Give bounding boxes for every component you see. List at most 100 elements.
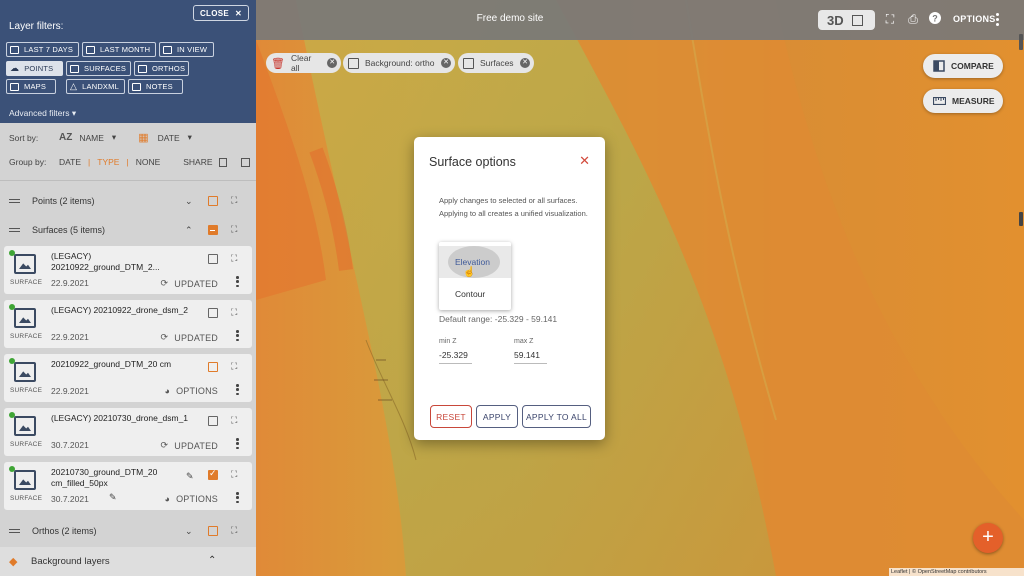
chip-close-icon[interactable]: ✕	[327, 58, 337, 68]
copy-icon[interactable]	[218, 157, 227, 167]
layer-checkbox[interactable]	[208, 308, 218, 318]
filter-points[interactable]: ☁ POINTS	[6, 61, 63, 76]
3d-toggle-button[interactable]: 3D	[818, 10, 875, 30]
layer-status[interactable]: ⟳ UPDATED	[161, 278, 219, 289]
add-fab-button[interactable]: +	[973, 523, 1003, 553]
option-label: Elevation	[455, 257, 490, 267]
pencil-icon[interactable]: ✎	[109, 492, 117, 503]
group-orthos[interactable]: Orthos (2 items) ⌄ ⛶	[0, 518, 256, 544]
filter-maps[interactable]: MAPS	[6, 79, 56, 94]
more-icon[interactable]	[236, 276, 239, 287]
layer-status[interactable]: ⟳ UPDATED	[161, 440, 219, 451]
layer-card[interactable]: SURFACE (LEGACY) 20210730_drone_dsm_1 30…	[4, 408, 252, 456]
zoom-extent-icon[interactable]: ⛶	[231, 225, 240, 234]
apply-to-all-button[interactable]: APPLY TO ALL	[522, 405, 591, 428]
print-icon[interactable]: ⎙	[906, 12, 920, 26]
compare-button[interactable]: COMPARE	[923, 54, 1003, 78]
drag-handle-icon[interactable]	[9, 228, 20, 232]
chip-background[interactable]: Background: ortho ✕	[343, 53, 455, 73]
advanced-filters-toggle[interactable]: Advanced filters ▾	[9, 108, 76, 119]
background-layers-section[interactable]: ◆ Background layers ⌃	[0, 547, 256, 576]
chevron-up-icon[interactable]: ⌃	[185, 225, 193, 236]
layer-card[interactable]: SURFACE 20210730_ground_DTM_20 cm_filled…	[4, 462, 252, 510]
sort-name-button[interactable]: NAME	[79, 133, 104, 143]
chevron-up-icon[interactable]: ⌃	[208, 555, 216, 566]
drag-handle-icon[interactable]	[9, 529, 20, 533]
group-orthos-checkbox[interactable]	[208, 526, 218, 536]
group-date-button[interactable]: DATE	[59, 157, 81, 167]
zoom-extent-icon[interactable]: ⛶	[231, 196, 240, 205]
options-button[interactable]: OPTIONS	[953, 14, 996, 24]
layer-title: (LEGACY) 20210922_drone_dsm_2	[51, 305, 189, 315]
filter-last-7-days[interactable]: LAST 7 DAYS	[6, 42, 79, 57]
close-filters-button[interactable]: CLOSE ✕	[193, 5, 249, 21]
help-icon[interactable]: ?	[928, 12, 942, 26]
option-contour[interactable]: Contour	[439, 278, 511, 310]
options-menu-icon[interactable]	[996, 13, 1000, 26]
more-icon[interactable]	[236, 438, 239, 449]
filter-surfaces[interactable]: SURFACES	[66, 61, 131, 76]
option-label: Contour	[455, 289, 486, 299]
layer-card[interactable]: SURFACE (LEGACY) 20210922_ground_DTM_2..…	[4, 246, 252, 294]
group-surfaces-checkbox[interactable]	[208, 225, 218, 235]
visualization-dropdown[interactable]: Elevation Contour ☝	[439, 242, 511, 310]
zoom-extent-icon[interactable]: ⛶	[231, 308, 240, 317]
filter-in-view[interactable]: IN VIEW	[159, 42, 214, 57]
zoom-extent-icon[interactable]: ⛶	[231, 526, 240, 535]
measure-button[interactable]: MEASURE	[923, 89, 1003, 113]
group-points[interactable]: Points (2 items) ⌄ ⛶	[0, 188, 256, 214]
chevron-down-icon[interactable]: ⌄	[185, 196, 193, 207]
more-icon[interactable]	[236, 492, 239, 503]
chevron-down-icon[interactable]: ⌄	[185, 526, 193, 537]
layer-checkbox[interactable]	[208, 362, 218, 372]
close-icon: ✕	[235, 8, 243, 18]
3d-label: 3D	[827, 12, 844, 28]
trash-icon: 🗑	[271, 57, 285, 70]
max-z-input[interactable]: 59.141	[514, 350, 547, 364]
group-none-button[interactable]: NONE	[136, 157, 161, 167]
filter-landxml[interactable]: △ LANDXML	[66, 79, 125, 94]
reset-button[interactable]: RESET	[430, 405, 472, 428]
layer-options-button[interactable]: ◕ OPTIONS	[164, 494, 218, 504]
scrollbar-handle[interactable]	[1019, 34, 1023, 50]
fullscreen-icon[interactable]: ⛶	[883, 12, 897, 26]
more-icon[interactable]	[236, 330, 239, 341]
pencil-icon[interactable]: ✎	[186, 471, 194, 482]
close-icon[interactable]: ✕	[579, 153, 590, 169]
caret-down-icon[interactable]: ▾	[112, 132, 116, 143]
chip-close-icon[interactable]: ✕	[520, 58, 530, 68]
external-link-icon[interactable]	[240, 157, 250, 167]
layer-checkbox[interactable]	[208, 416, 218, 426]
layer-checkbox[interactable]	[208, 468, 218, 480]
sort-date-button[interactable]: DATE	[158, 133, 180, 143]
drag-handle-icon[interactable]	[9, 199, 20, 203]
layer-options-button[interactable]: ◕ OPTIONS	[164, 386, 218, 396]
zoom-extent-icon[interactable]: ⛶	[231, 254, 240, 263]
filter-orthos[interactable]: ORTHOS	[134, 61, 189, 76]
map-canvas[interactable]	[256, 0, 1024, 576]
caret-down-icon[interactable]: ▾	[188, 132, 192, 143]
min-z-input[interactable]: -25.329	[439, 350, 472, 364]
layer-card[interactable]: SURFACE 20210922_ground_DTM_20 cm 22.9.2…	[4, 354, 252, 402]
map-attribution[interactable]: Leaflet | © OpenStreetMap contributors	[889, 568, 1024, 576]
filter-label: MAPS	[24, 82, 47, 91]
apply-button[interactable]: APPLY	[476, 405, 518, 428]
layer-card[interactable]: SURFACE (LEGACY) 20210922_drone_dsm_2 22…	[4, 300, 252, 348]
layer-type: SURFACE	[10, 387, 43, 394]
group-type-button[interactable]: TYPE	[97, 157, 119, 167]
chip-clear-all[interactable]: 🗑 Clear all ✕	[266, 53, 341, 73]
scrollbar-handle[interactable]	[1019, 212, 1023, 226]
group-points-checkbox[interactable]	[208, 196, 218, 206]
zoom-extent-icon[interactable]: ⛶	[231, 416, 240, 425]
zoom-extent-icon[interactable]: ⛶	[231, 470, 240, 479]
zoom-extent-icon[interactable]: ⛶	[231, 362, 240, 371]
layer-checkbox[interactable]	[208, 254, 218, 264]
filter-notes[interactable]: NOTES	[128, 79, 183, 94]
chip-close-icon[interactable]: ✕	[441, 58, 451, 68]
chip-surfaces[interactable]: Surfaces ✕	[458, 53, 534, 73]
group-surfaces[interactable]: Surfaces (5 items) ⌃ ⛶	[0, 217, 256, 243]
more-icon[interactable]	[236, 384, 239, 395]
share-button[interactable]: SHARE	[183, 157, 212, 167]
filter-last-month[interactable]: LAST MONTH	[82, 42, 156, 57]
layer-status[interactable]: ⟳ UPDATED	[161, 332, 219, 343]
